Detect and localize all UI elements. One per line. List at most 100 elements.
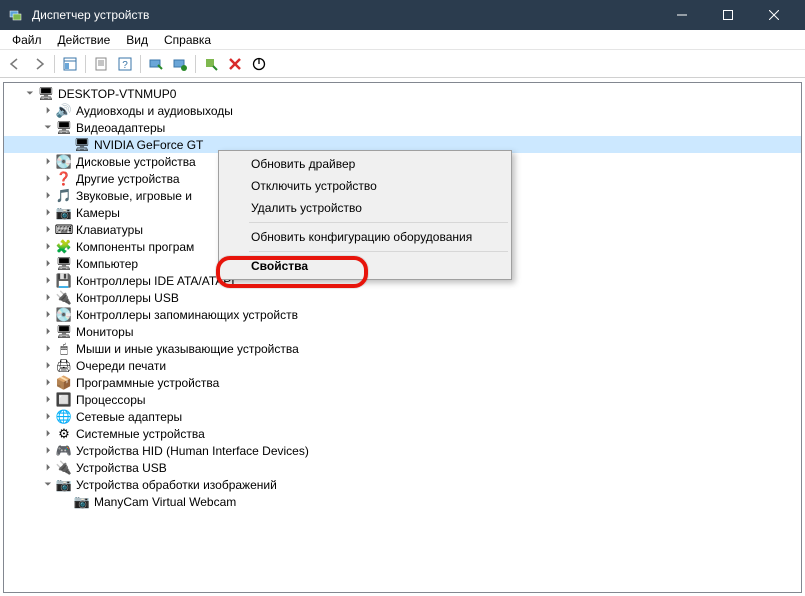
menubar: Файл Действие Вид Справка	[0, 30, 805, 50]
tree-node-label: Другие устройства	[76, 172, 180, 186]
tree-node-label: Компьютер	[76, 257, 138, 271]
tree-node-label: Компоненты програм	[76, 240, 194, 254]
device-tree[interactable]: ⏷🖥DESKTOP-VTNMUP0⏵🔊Аудиовходы и аудиовых…	[4, 83, 801, 512]
expander-none	[60, 139, 72, 151]
chevron-right-icon[interactable]: ⏵	[42, 156, 54, 168]
scan-hardware-button[interactable]	[145, 53, 167, 75]
update-driver-button[interactable]	[169, 53, 191, 75]
svg-text:?: ?	[122, 60, 128, 71]
tree-node-label: Мыши и иные указывающие устройства	[76, 342, 299, 356]
tree-node-label: Сетевые адаптеры	[76, 410, 182, 424]
properties-button[interactable]	[90, 53, 112, 75]
chevron-down-icon[interactable]: ⏷	[24, 88, 36, 100]
chevron-right-icon[interactable]: ⏵	[42, 173, 54, 185]
enable-device-button[interactable]	[200, 53, 222, 75]
chevron-right-icon[interactable]: ⏵	[42, 207, 54, 219]
menu-help[interactable]: Справка	[156, 31, 219, 49]
cm-uninstall-device[interactable]: Удалить устройство	[221, 197, 509, 219]
tree-node-cat-1[interactable]: ⏷🖥 Видеоадаптеры	[4, 119, 801, 136]
device-icon: 💾	[56, 273, 72, 289]
back-button[interactable]	[4, 53, 26, 75]
tree-node-cat-18[interactable]: ⏵⚙Системные устройства	[4, 425, 801, 442]
chevron-right-icon[interactable]: ⏵	[42, 241, 54, 253]
tree-node-cat-16[interactable]: ⏵🔲Процессоры	[4, 391, 801, 408]
maximize-button[interactable]	[705, 0, 751, 30]
cm-disable-device[interactable]: Отключить устройство	[221, 175, 509, 197]
window-title: Диспетчер устройств	[32, 8, 659, 22]
device-icon: 📷	[74, 494, 90, 510]
window-controls	[659, 0, 797, 30]
chevron-right-icon[interactable]: ⏵	[42, 445, 54, 457]
chevron-right-icon[interactable]: ⏵	[42, 411, 54, 423]
tree-node-cat-19[interactable]: ⏵🎮Устройства HID (Human Interface Device…	[4, 442, 801, 459]
toolbar-separator	[85, 55, 86, 73]
menu-action[interactable]: Действие	[50, 31, 119, 49]
tree-node-label: Дисковые устройства	[76, 155, 196, 169]
cm-scan-hardware[interactable]: Обновить конфигурацию оборудования	[221, 226, 509, 248]
tree-node-label: Системные устройства	[76, 427, 205, 441]
tree-node-label: Очереди печати	[76, 359, 166, 373]
chevron-right-icon[interactable]: ⏵	[42, 343, 54, 355]
device-icon: 🖥	[56, 120, 72, 136]
forward-button[interactable]	[28, 53, 50, 75]
chevron-right-icon[interactable]: ⏵	[42, 377, 54, 389]
close-button[interactable]	[751, 0, 797, 30]
toolbar-separator	[54, 55, 55, 73]
chevron-down-icon[interactable]: ⏷	[42, 479, 54, 491]
chevron-right-icon[interactable]: ⏵	[42, 309, 54, 321]
tree-node-root[interactable]: ⏷🖥DESKTOP-VTNMUP0	[4, 85, 801, 102]
chevron-right-icon[interactable]: ⏵	[42, 360, 54, 372]
chevron-right-icon[interactable]: ⏵	[42, 275, 54, 287]
chevron-right-icon[interactable]: ⏵	[42, 105, 54, 117]
device-icon: 🔌	[56, 290, 72, 306]
disable-device-button[interactable]	[248, 53, 270, 75]
menu-file[interactable]: Файл	[4, 31, 50, 49]
tree-node-cat-11[interactable]: ⏵💽Контроллеры запоминающих устройств	[4, 306, 801, 323]
device-icon: 🎵	[56, 188, 72, 204]
chevron-right-icon[interactable]: ⏵	[42, 258, 54, 270]
tree-node-label: Видеоадаптеры	[76, 121, 165, 135]
tree-node-label: NVIDIA GeForce GT	[94, 138, 203, 152]
cm-properties[interactable]: Свойства	[221, 255, 509, 277]
minimize-button[interactable]	[659, 0, 705, 30]
device-icon: 🧩	[56, 239, 72, 255]
menu-view[interactable]: Вид	[118, 31, 156, 49]
device-icon: 🖥	[38, 86, 54, 102]
tree-node-label: Клавиатуры	[76, 223, 143, 237]
tree-node-cat-14[interactable]: ⏵🖨Очереди печати	[4, 357, 801, 374]
tree-node-cat-0[interactable]: ⏵🔊Аудиовходы и аудиовыходы	[4, 102, 801, 119]
toolbar-separator	[140, 55, 141, 73]
tree-node-cat-15[interactable]: ⏵📦Программные устройства	[4, 374, 801, 391]
chevron-right-icon[interactable]: ⏵	[42, 462, 54, 474]
tree-node-cat-12[interactable]: ⏵🖥Мониторы	[4, 323, 801, 340]
toolbar-separator	[195, 55, 196, 73]
device-icon: 🔊	[56, 103, 72, 119]
device-icon: 🖥	[56, 256, 72, 272]
tree-node-dev-21-0[interactable]: 📷ManyCam Virtual Webcam	[4, 493, 801, 510]
context-menu: Обновить драйвер Отключить устройство Уд…	[218, 150, 512, 280]
chevron-right-icon[interactable]: ⏵	[42, 394, 54, 406]
cm-update-driver[interactable]: Обновить драйвер	[221, 153, 509, 175]
help-button[interactable]: ?	[114, 53, 136, 75]
show-hide-tree-button[interactable]	[59, 53, 81, 75]
chevron-right-icon[interactable]: ⏵	[42, 292, 54, 304]
tree-node-cat-13[interactable]: ⏵🖱Мыши и иные указывающие устройства	[4, 340, 801, 357]
tree-node-label: Контроллеры IDE ATA/ATAPI	[76, 274, 235, 288]
chevron-right-icon[interactable]: ⏵	[42, 224, 54, 236]
device-icon: 📦	[56, 375, 72, 391]
tree-node-label: Устройства HID (Human Interface Devices)	[76, 444, 309, 458]
chevron-right-icon[interactable]: ⏵	[42, 326, 54, 338]
chevron-down-icon[interactable]: ⏷	[42, 122, 54, 134]
tree-node-cat-20[interactable]: ⏵🔌Устройства USB	[4, 459, 801, 476]
tree-node-cat-10[interactable]: ⏵🔌Контроллеры USB	[4, 289, 801, 306]
chevron-right-icon[interactable]: ⏵	[42, 428, 54, 440]
device-icon: 💽	[56, 154, 72, 170]
tree-node-cat-17[interactable]: ⏵🌐 Сетевые адаптеры	[4, 408, 801, 425]
tree-node-label: Устройства обработки изображений	[76, 478, 277, 492]
uninstall-device-button[interactable]	[224, 53, 246, 75]
chevron-right-icon[interactable]: ⏵	[42, 190, 54, 202]
device-icon: 🌐	[56, 409, 72, 425]
tree-node-label: Камеры	[76, 206, 120, 220]
cm-separator	[249, 251, 508, 252]
tree-node-cat-21[interactable]: ⏷📷Устройства обработки изображений	[4, 476, 801, 493]
